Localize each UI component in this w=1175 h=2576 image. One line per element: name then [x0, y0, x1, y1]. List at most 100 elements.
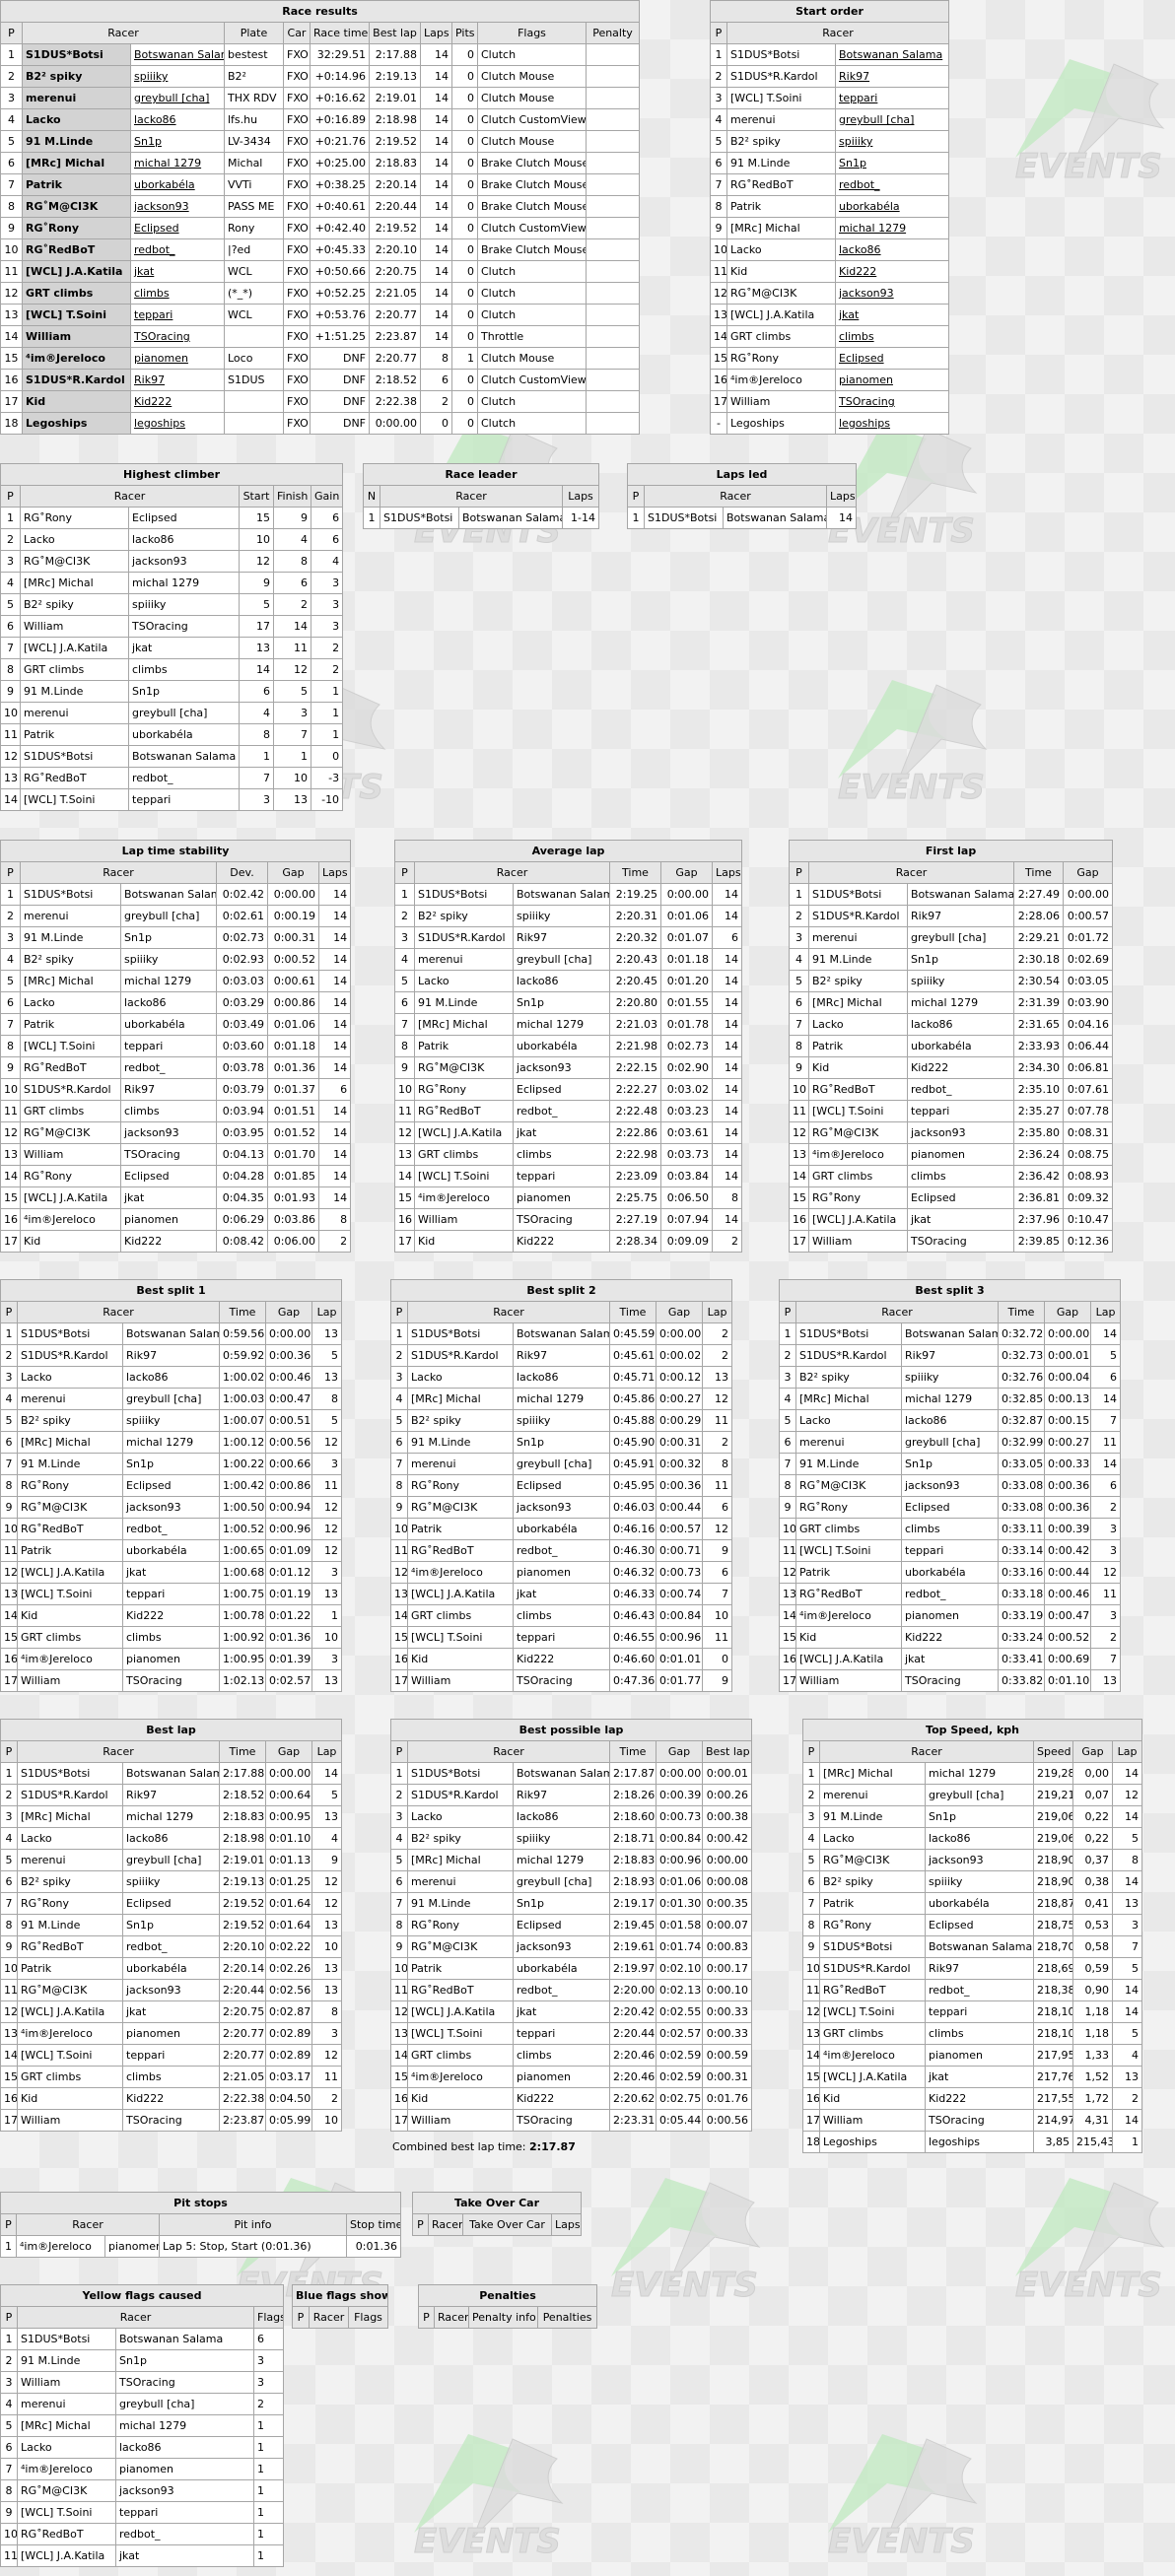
position-cell: 1 — [627, 507, 645, 529]
position-cell: 2 — [789, 905, 809, 927]
position-cell: 5 — [0, 593, 21, 616]
position-cell: 17 — [394, 1230, 415, 1253]
position-cell: 5 — [802, 1849, 820, 1871]
username-cell: Kid222 — [513, 2087, 610, 2110]
username-cell: Sn1p — [122, 1914, 220, 1936]
username-cell[interactable]: Sn1p — [130, 130, 225, 153]
table-row: 10 RG˚RedBoT redbot_ |?ed FXO +0:45.33 2:20.10… — [0, 238, 641, 261]
username-cell[interactable]: Sn1p — [834, 152, 950, 174]
table-row: 9 RG˚Rony Eclipsed Rony FXO +0:42.40 2:19.52 14… — [0, 217, 641, 239]
username-cell[interactable]: teppari — [834, 87, 950, 109]
username-cell[interactable]: legoships — [130, 412, 225, 435]
username-cell[interactable]: uborkabéla — [834, 195, 950, 218]
username-cell: climbs — [122, 1626, 220, 1649]
username-cell[interactable]: uborkabéla — [130, 173, 225, 196]
table-row: 12 [WCL] J.A.Katila jkat 2:22.86 0:03.61 14 — [394, 1121, 743, 1144]
table-row: 10 S1DUS*R.Kardol Rik97 0:03.79 0:01.37 6 — [0, 1078, 352, 1101]
username-cell[interactable]: pianomen — [834, 369, 950, 391]
value-cell: 2:20.14 — [219, 1957, 266, 1980]
username-cell[interactable]: TSOracing — [130, 325, 225, 348]
racer-name-cell: RG˚RedBoT — [414, 1100, 514, 1122]
username-cell[interactable]: Botswanan Salama — [130, 43, 225, 66]
username-cell[interactable]: Botswanan Salama — [834, 43, 950, 66]
value-cell: 14 — [711, 1100, 743, 1122]
username-cell[interactable]: legoships — [834, 412, 950, 435]
username-cell[interactable]: Kid222 — [130, 390, 225, 413]
username-cell[interactable]: michal 1279 — [834, 217, 950, 239]
racer-name-cell: RG˚RedBoT — [819, 1979, 926, 2001]
column-header: Gain — [310, 485, 344, 508]
value-cell: 0 — [451, 130, 478, 153]
username-cell[interactable]: lacko86 — [834, 238, 950, 261]
username-cell[interactable]: greybull [cha] — [130, 87, 225, 109]
username-cell[interactable]: teppari — [130, 304, 225, 326]
racer-name-cell: William — [17, 2109, 123, 2132]
position-cell: 6 — [710, 152, 727, 174]
table-row: 6 91 M.Linde Sn1p 0:45.90 0:00.31 2 — [390, 1431, 733, 1454]
table-row: 1 RG˚Rony Eclipsed 15 9 6 — [0, 507, 344, 529]
table-row: 2 S1DUS*R.Kardol Rik97 0:32.73 0:00.01 5 — [779, 1344, 1122, 1367]
username-cell[interactable]: jkat — [130, 260, 225, 283]
value-cell: WCL — [224, 260, 284, 283]
username-cell[interactable]: lacko86 — [130, 108, 225, 131]
value-cell: 0:00.36 — [265, 1344, 312, 1367]
username-cell[interactable]: michal 1279 — [130, 152, 225, 174]
value-cell: 6 — [239, 680, 274, 703]
value-cell: 14 — [1111, 1762, 1143, 1785]
username-cell[interactable]: greybull [cha] — [834, 108, 950, 131]
username-cell[interactable]: Eclipsed — [130, 217, 225, 239]
value-cell: 1 — [253, 2523, 284, 2545]
value-cell: -10 — [310, 788, 344, 811]
username-cell: spiiiky — [907, 970, 1014, 992]
username-cell[interactable]: spiiiky — [834, 130, 950, 153]
username-cell[interactable]: jackson93 — [834, 282, 950, 305]
value-cell: 12 — [1111, 1784, 1143, 1806]
value-cell: 1,52 — [1072, 2066, 1113, 2088]
username-cell[interactable]: Rik97 — [130, 369, 225, 391]
value-cell: 0:00.96 — [265, 1518, 312, 1540]
value-cell: 3 — [311, 1648, 343, 1670]
racer-name-cell: [MRc] Michal — [407, 1849, 514, 1871]
username-cell[interactable]: redbot_ — [834, 173, 950, 196]
position-cell: 7 — [0, 1892, 18, 1915]
username-cell[interactable]: pianomen — [130, 347, 225, 370]
position-cell: 15 — [710, 347, 727, 370]
username-cell[interactable]: climbs — [834, 325, 950, 348]
value-cell: 0:00.08 — [702, 1870, 752, 1893]
username-cell[interactable]: Eclipsed — [834, 347, 950, 370]
username-cell[interactable]: jkat — [834, 304, 950, 326]
column-header: Start — [239, 485, 274, 508]
username-cell[interactable]: Rik97 — [834, 65, 950, 88]
table-row: 11 RG˚M@CI3K jackson93 2:20.44 0:02.56 13 — [0, 1979, 342, 2001]
username-cell[interactable]: climbs — [130, 282, 225, 305]
value-cell: 0:00.84 — [656, 1827, 703, 1850]
username-cell[interactable]: Kid222 — [834, 260, 950, 283]
value-cell: 2:18.71 — [609, 1827, 657, 1850]
value-cell: Clutch CustomView — [477, 369, 587, 391]
value-cell: 1 — [311, 1604, 343, 1627]
value-cell: 2:23.87 — [219, 2109, 266, 2132]
value-cell: 14 — [317, 1165, 352, 1187]
username-cell[interactable]: TSOracing — [834, 390, 950, 413]
value-cell: 3 — [1089, 1604, 1122, 1627]
username-cell[interactable]: jackson93 — [130, 195, 225, 218]
value-cell: 5 — [1089, 1344, 1122, 1367]
value-cell: 14 — [711, 883, 743, 906]
table-row: 15 GRT climbs climbs 2:21.05 0:03.17 11 — [0, 2066, 342, 2088]
username-cell[interactable]: redbot_ — [130, 238, 225, 261]
value-cell: 1 — [310, 702, 344, 724]
table-row: 18 Legoships legoships 3,85 215,43 1 — [802, 2131, 1143, 2153]
username-cell: redbot_ — [901, 1583, 999, 1605]
position-cell: 15 — [0, 347, 23, 370]
position-cell: 13 — [390, 1583, 408, 1605]
username-cell[interactable]: spiiiky — [130, 65, 225, 88]
value-cell: 0:01.78 — [660, 1013, 713, 1036]
racer-name-cell: [WCL] J.A.Katila — [20, 637, 129, 659]
value-cell: 14 — [1089, 1453, 1122, 1475]
value-cell: 0:06.50 — [660, 1186, 713, 1209]
value-cell: 2:28.06 — [1013, 905, 1064, 927]
position-cell: 6 — [779, 1431, 796, 1454]
value-cell: 2:36.42 — [1013, 1165, 1064, 1187]
table-title: Best split 3 — [778, 1279, 1122, 1302]
value-cell: 2:18.52 — [369, 369, 421, 391]
